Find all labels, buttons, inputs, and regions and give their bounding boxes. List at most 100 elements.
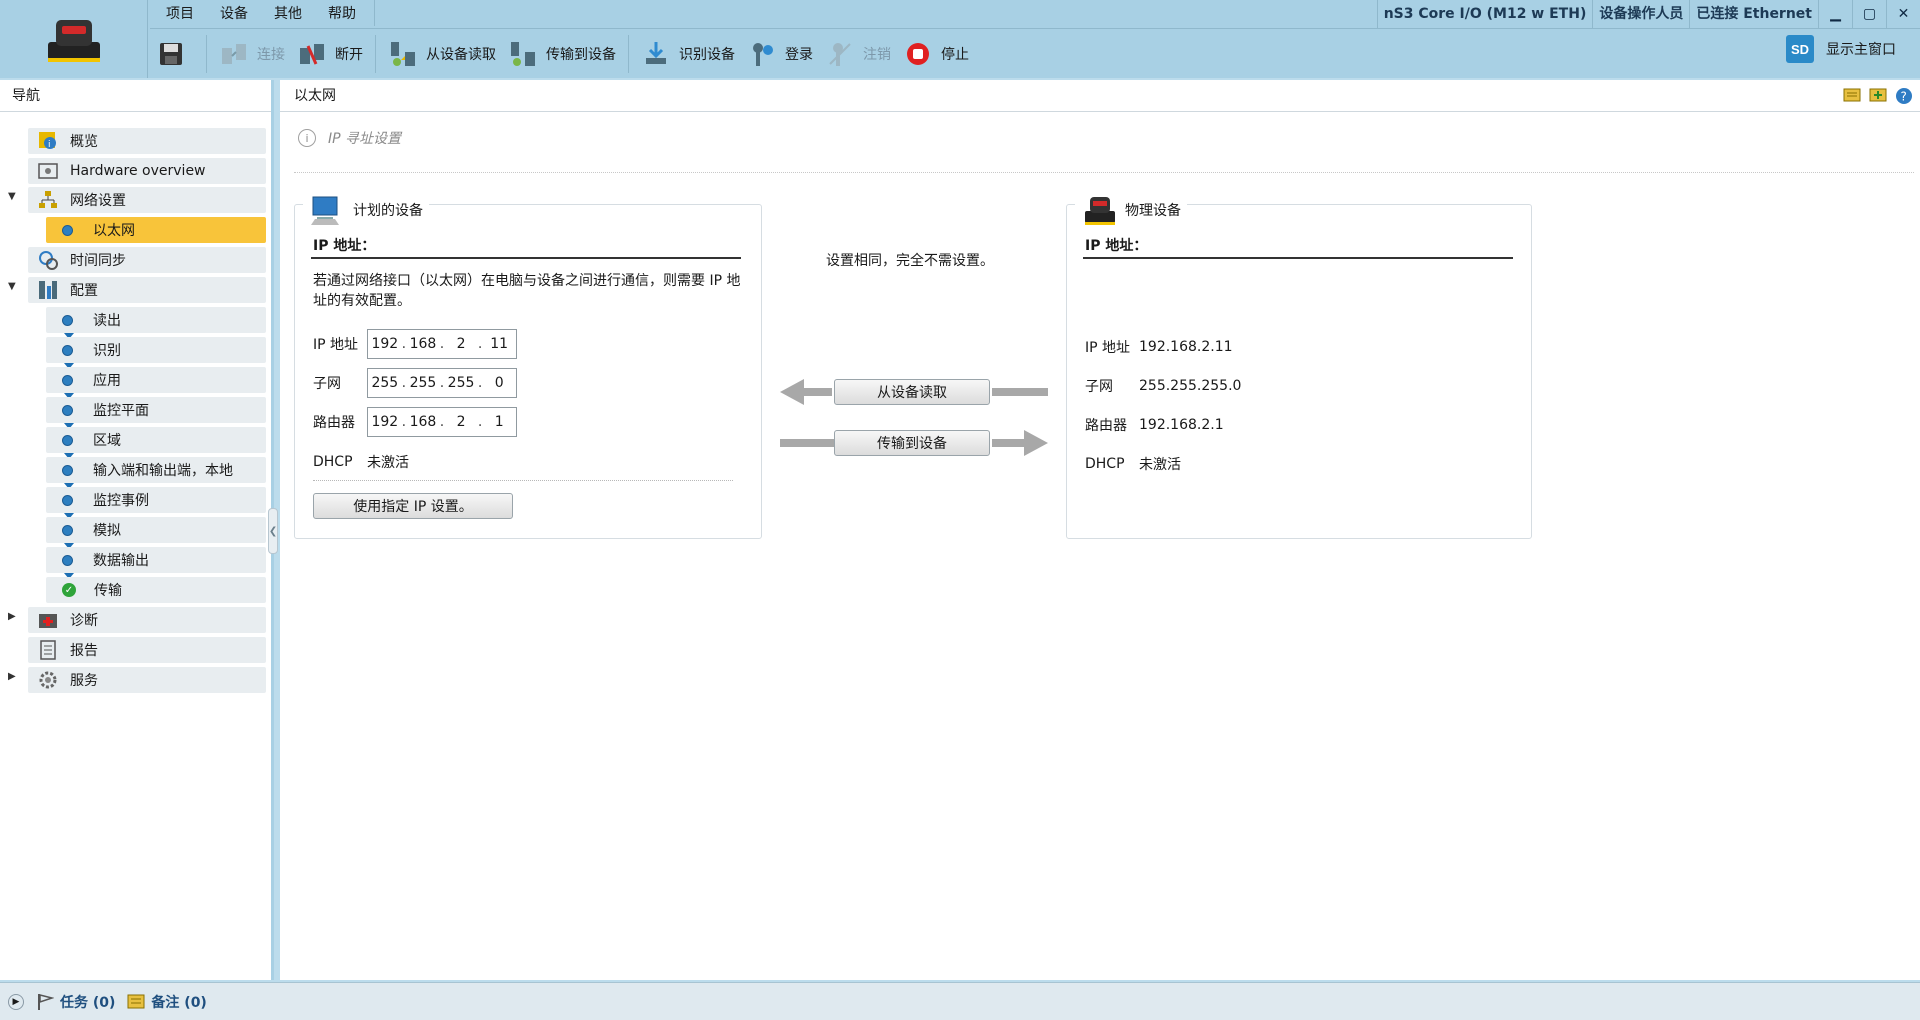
octet[interactable]: 192 xyxy=(368,414,402,430)
nav-item-report[interactable]: 报告 xyxy=(28,637,266,663)
note-icon xyxy=(127,993,145,1011)
info-text: IP 寻址设置 xyxy=(328,131,402,147)
octet[interactable]: 0 xyxy=(482,375,516,391)
stop-button[interactable]: 停止 xyxy=(897,34,975,74)
connect-button[interactable]: 连接 xyxy=(213,34,291,74)
read-from-device-button[interactable]: 从设备读取 xyxy=(382,34,502,74)
nav-item-application[interactable]: 应用 xyxy=(46,367,266,393)
toolbar-separator xyxy=(375,34,376,73)
nav-item-io-local[interactable]: 输入端和输出端，本地 xyxy=(46,457,266,483)
expand-config-icon[interactable]: ▼ xyxy=(8,281,20,293)
clock-icon xyxy=(38,250,58,270)
nav-item-overview[interactable]: i 概览 xyxy=(28,128,266,154)
bullet-icon xyxy=(62,494,73,506)
nav-item-ethernet[interactable]: 以太网 xyxy=(46,217,266,243)
connection-status: 已连接 Ethernet xyxy=(1689,0,1818,28)
transfer-to-device-icon xyxy=(508,39,538,69)
subnet-label: 子网 xyxy=(313,376,341,392)
menu-project[interactable]: 项目 xyxy=(150,3,204,23)
nav-item-data-output[interactable]: 数据输出 xyxy=(46,547,266,573)
nav-item-monitoring-plane[interactable]: 监控平面 xyxy=(46,397,266,423)
nav-item-network-settings[interactable]: 网络设置 xyxy=(28,187,266,213)
transfer-to-device-button[interactable]: 传输到设备 xyxy=(502,34,622,74)
subnet-label: 子网 xyxy=(1085,379,1113,395)
ip-address-field[interactable]: 192. 168. 2. 11 xyxy=(367,329,517,359)
nav-label: 输入端和输出端，本地 xyxy=(93,463,233,479)
disconnect-button[interactable]: 断开 xyxy=(291,34,369,74)
octet[interactable]: 11 xyxy=(482,336,516,352)
tasks-button[interactable]: 任务 (0) xyxy=(36,992,115,1012)
heading-rule xyxy=(311,257,741,259)
planned-device-title: 计划的设备 xyxy=(303,191,429,229)
login-button[interactable]: 登录 xyxy=(741,34,819,74)
nav-item-transfer[interactable]: ✓ 传输 xyxy=(46,577,266,603)
ip-address-row: IP 地址 192. 168. 2. 11 xyxy=(313,329,517,359)
gear-icon xyxy=(38,670,58,690)
transfer-to-device-label: 传输到设备 xyxy=(546,46,616,63)
stop-icon xyxy=(903,39,933,69)
identify-device-button[interactable]: 识别设备 xyxy=(635,34,741,74)
save-button[interactable] xyxy=(150,34,200,74)
octet[interactable]: 255 xyxy=(368,375,402,391)
nav-item-time-sync[interactable]: 时间同步 xyxy=(28,247,266,273)
arrow-bar xyxy=(992,439,1024,447)
add-note-icon[interactable] xyxy=(1868,86,1888,106)
nav-item-simulation[interactable]: 模拟 xyxy=(46,517,266,543)
octet[interactable]: 255 xyxy=(444,375,478,391)
logout-button[interactable]: 注销 xyxy=(819,34,897,74)
login-label: 登录 xyxy=(785,46,813,63)
nav-item-readout[interactable]: 读出 xyxy=(46,307,266,333)
nav-item-diagnostics[interactable]: 诊断 xyxy=(28,607,266,633)
expand-service-icon[interactable]: ▶ xyxy=(8,671,20,683)
nav-item-hardware-overview[interactable]: Hardware overview xyxy=(28,158,266,184)
octet[interactable]: 2 xyxy=(444,414,478,430)
subnet-row: 子网 255. 255. 255. 0 xyxy=(313,368,517,398)
planned-device-box: 计划的设备 IP 地址： 若通过网络接口（以太网）在电脑与设备之间进行通信，则需… xyxy=(294,191,762,539)
minimize-button[interactable]: ▁ xyxy=(1818,0,1852,28)
subnet-field[interactable]: 255. 255. 255. 0 xyxy=(367,368,517,398)
note-icon[interactable] xyxy=(1842,86,1862,106)
expand-diagnostics-icon[interactable]: ▶ xyxy=(8,611,20,623)
disconnect-label: 断开 xyxy=(335,46,363,63)
octet[interactable]: 168 xyxy=(406,414,440,430)
sd-logo-icon: SD xyxy=(1786,35,1814,63)
panel-collapse-handle[interactable]: ❮ xyxy=(268,508,278,554)
nav-item-monitoring-cases[interactable]: 监控事例 xyxy=(46,487,266,513)
show-main-window-button[interactable]: SD 显示主窗口 xyxy=(1786,35,1896,63)
expand-network-icon[interactable]: ▼ xyxy=(8,191,20,203)
octet[interactable]: 168 xyxy=(406,336,440,352)
octet[interactable]: 2 xyxy=(444,336,478,352)
read-from-device-middle-button[interactable]: 从设备读取 xyxy=(834,379,990,405)
nav-item-fields[interactable]: 区域 xyxy=(46,427,266,453)
nav-item-configuration[interactable]: 配置 xyxy=(28,277,266,303)
comparison-message: 设置相同，完全不需设置。 xyxy=(826,253,994,269)
planned-device-label: 计划的设备 xyxy=(353,203,423,219)
maximize-button[interactable]: ▢ xyxy=(1852,0,1886,28)
router-field[interactable]: 192. 168. 2. 1 xyxy=(367,407,517,437)
ip-address-heading: IP 地址： xyxy=(313,238,376,254)
notes-button[interactable]: 备注 (0) xyxy=(127,992,207,1012)
bullet-icon xyxy=(62,524,73,536)
expand-bottom-icon[interactable]: ▶ xyxy=(8,993,24,1010)
check-icon: ✓ xyxy=(62,583,76,597)
octet[interactable]: 255 xyxy=(406,375,440,391)
nav-item-service[interactable]: 服务 xyxy=(28,667,266,693)
nav-label: 监控事例 xyxy=(93,493,149,509)
close-button[interactable]: ✕ xyxy=(1886,0,1920,28)
apply-ip-settings-button[interactable]: 使用指定 IP 设置。 xyxy=(313,493,513,519)
first-aid-icon xyxy=(38,610,58,630)
user-role[interactable]: 设备操作人员 xyxy=(1592,0,1689,28)
octet[interactable]: 192 xyxy=(368,336,402,352)
transfer-to-device-middle-button[interactable]: 传输到设备 xyxy=(834,430,990,456)
ip-address-label: IP 地址 xyxy=(1085,340,1131,356)
menu-other[interactable]: 其他 xyxy=(258,3,312,23)
overview-icon: i xyxy=(38,131,58,151)
bullet-icon xyxy=(62,434,73,446)
disconnect-icon xyxy=(297,39,327,69)
menu-help[interactable]: 帮助 xyxy=(312,3,366,23)
arrow-bar xyxy=(780,439,834,447)
help-icon[interactable]: ? xyxy=(1894,86,1914,106)
nav-item-identify[interactable]: 识别 xyxy=(46,337,266,363)
menu-device[interactable]: 设备 xyxy=(204,3,258,23)
octet[interactable]: 1 xyxy=(482,414,516,430)
